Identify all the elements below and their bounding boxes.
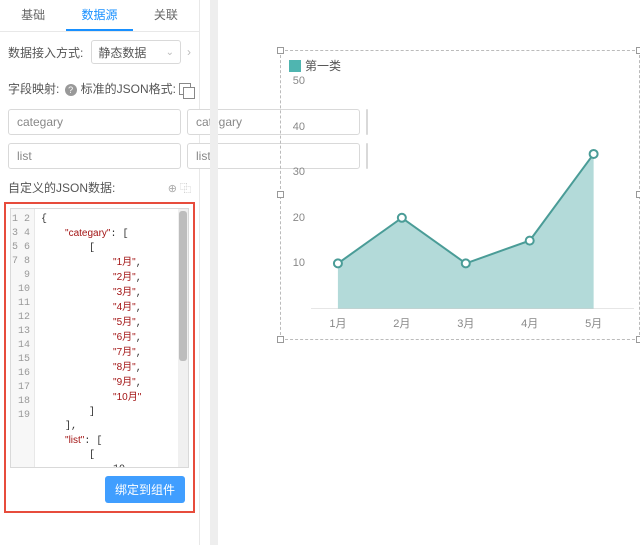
tab-basic[interactable]: 基础 — [0, 0, 66, 31]
customjson-label: 自定义的JSON数据: ⊕ ⿻ — [0, 173, 199, 198]
field-categary-1[interactable] — [8, 109, 181, 135]
scroll-thumb[interactable] — [179, 211, 187, 361]
chevron-right-icon[interactable]: › — [187, 45, 191, 59]
x-tick: 3月 — [457, 315, 474, 331]
y-tick: 40 — [293, 121, 305, 133]
access-select[interactable]: 静态数据 ⌄ — [91, 40, 181, 64]
tab-relation[interactable]: 关联 — [133, 0, 199, 31]
scrollbar[interactable] — [178, 209, 188, 467]
jsonfmt-label: 标准的JSON格式: — [81, 80, 191, 97]
access-row: 数据接入方式: 静态数据 ⌄ › — [0, 32, 199, 72]
access-value: 静态数据 — [98, 44, 146, 61]
resize-handle-mr[interactable] — [636, 191, 640, 198]
field-row-1 — [0, 105, 199, 139]
x-tick: 2月 — [393, 315, 410, 331]
config-panel: 基础 数据源 关联 数据接入方式: 静态数据 ⌄ › 字段映射: ? 标准的JS… — [0, 0, 200, 545]
field-row-2 — [0, 139, 199, 173]
y-tick: 20 — [293, 212, 305, 224]
legend: 第一类 — [289, 57, 341, 74]
y-tick: 10 — [293, 257, 305, 269]
tabs: 基础 数据源 关联 — [0, 0, 199, 32]
json-editor-box: 1 2 3 4 5 6 7 8 9 10 11 12 13 14 15 16 1… — [4, 202, 195, 513]
fieldmap-row: 字段映射: ? 标准的JSON格式: — [0, 72, 199, 105]
resize-handle-bl[interactable] — [277, 336, 284, 343]
chevron-down-icon: ⌄ — [166, 47, 174, 58]
plot-area: 10203040501月2月3月4月5月 — [311, 81, 634, 309]
resize-handle-tr[interactable] — [636, 47, 640, 54]
line-gutter: 1 2 3 4 5 6 7 8 9 10 11 12 13 14 15 16 1… — [11, 209, 35, 467]
bind-button[interactable]: 绑定到组件 — [105, 476, 185, 503]
legend-swatch — [289, 60, 301, 72]
tab-datasource[interactable]: 数据源 — [66, 0, 132, 31]
legend-label: 第一类 — [305, 57, 341, 74]
fieldmap-label: 字段映射: ? — [8, 80, 77, 97]
y-tick: 50 — [293, 75, 305, 87]
json-editor[interactable]: 1 2 3 4 5 6 7 8 9 10 11 12 13 14 15 16 1… — [10, 208, 189, 468]
code-area[interactable]: { "categary": [ [ "1月", "2月", "3月", "4月"… — [35, 209, 178, 467]
access-label: 数据接入方式: — [8, 44, 83, 61]
json-tools[interactable]: ⊕ ⿻ — [168, 180, 191, 196]
x-tick: 1月 — [329, 315, 346, 331]
chart-svg — [311, 81, 634, 309]
chart-canvas[interactable]: 第一类 10203040501月2月3月4月5月 — [280, 50, 640, 340]
x-tick: 4月 — [521, 315, 538, 331]
y-tick: 30 — [293, 166, 305, 178]
divider[interactable] — [210, 0, 218, 545]
copy-icon[interactable] — [179, 83, 191, 95]
x-tick: 5月 — [585, 315, 602, 331]
resize-handle-ml[interactable] — [277, 191, 284, 198]
field-list-1[interactable] — [8, 143, 181, 169]
resize-handle-br[interactable] — [636, 336, 640, 343]
resize-handle-tl[interactable] — [277, 47, 284, 54]
help-icon[interactable]: ? — [65, 84, 77, 96]
